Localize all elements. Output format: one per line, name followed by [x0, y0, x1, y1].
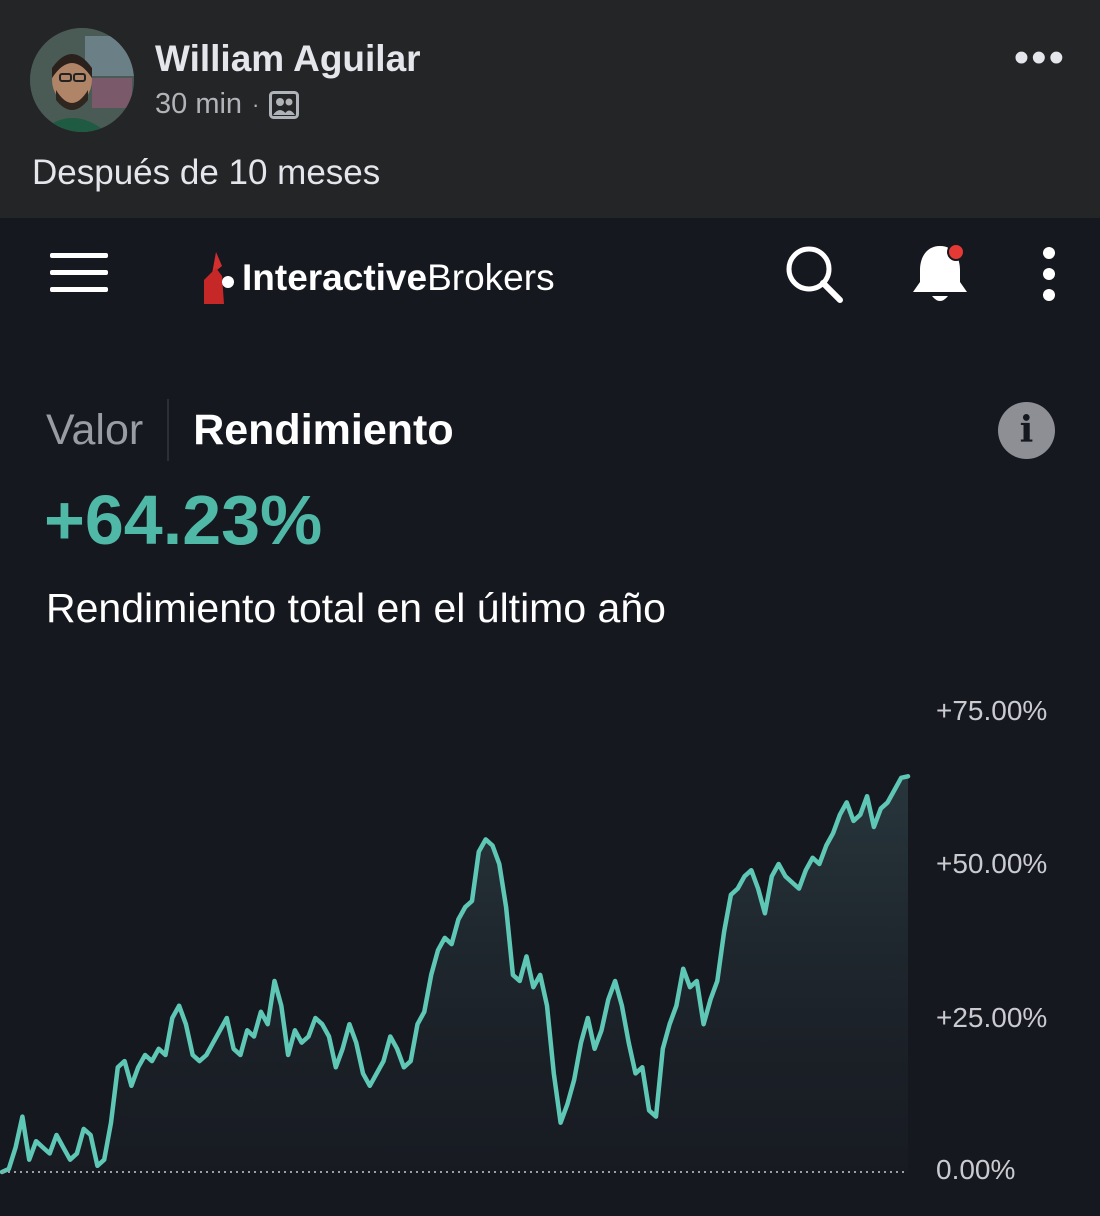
author-name[interactable]: William Aguilar [155, 38, 421, 80]
y-tick-label: 0.00% [936, 1154, 1016, 1185]
post-header: William Aguilar 30 min · ••• Después de … [0, 0, 1100, 218]
y-tick-label: +75.00% [936, 695, 1048, 726]
friends-audience-icon[interactable] [269, 90, 300, 119]
post-caption: Después de 10 meses [32, 153, 381, 192]
avatar-photo [30, 28, 134, 132]
y-tick-label: +25.00% [936, 1002, 1048, 1033]
author-avatar[interactable] [30, 28, 134, 132]
post-time[interactable]: 30 min [155, 88, 242, 121]
meta-separator: · [252, 91, 260, 117]
more-horizontal-icon[interactable]: ••• [1014, 36, 1066, 80]
post-meta: 30 min · [155, 88, 300, 121]
app-screen: Interactive Brokers Valor Rendimiento i +… [0, 218, 1100, 1216]
performance-chart[interactable] [0, 218, 1100, 1216]
y-tick-label: +50.00% [936, 848, 1048, 879]
chart-area-fill [2, 776, 908, 1172]
